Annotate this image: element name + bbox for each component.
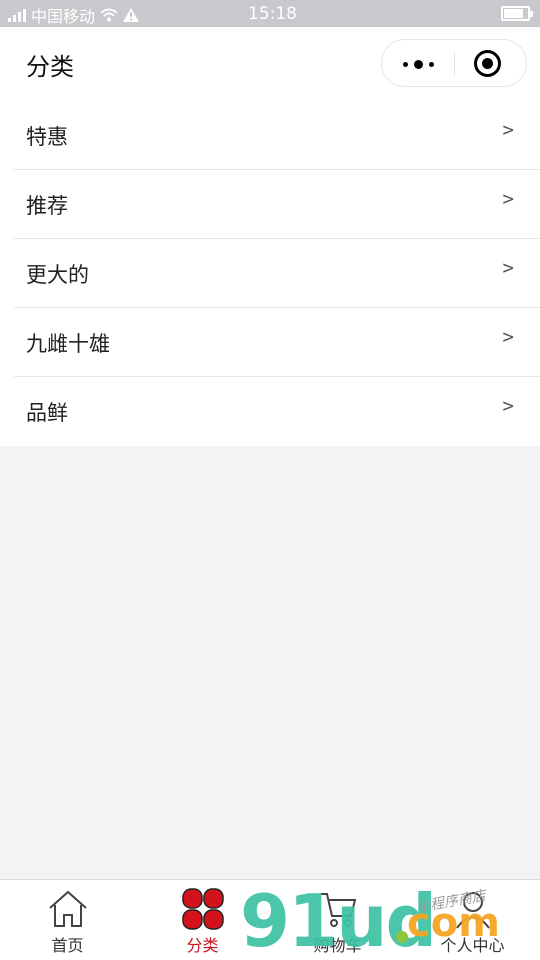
chevron-right-icon: > (502, 257, 514, 279)
tab-category[interactable]: 分类 (135, 880, 270, 960)
tab-bar: 首页 分类 购物车 个人中心 (0, 879, 540, 960)
category-item-3[interactable]: 九雌十雄 > (14, 308, 540, 377)
nav-bar: 分类 (0, 27, 540, 101)
category-icon (182, 888, 224, 930)
category-item-1[interactable]: 推荐 > (14, 170, 540, 239)
status-left: 中国移动 (8, 3, 140, 27)
chevron-right-icon: > (502, 188, 514, 210)
tab-label: 个人中心 (440, 936, 505, 955)
chevron-right-icon: > (502, 395, 514, 417)
more-dot-icon (413, 59, 423, 69)
category-label: 特惠 (26, 125, 68, 149)
tab-label: 首页 (51, 936, 84, 955)
status-time: 15:18 (248, 4, 297, 24)
category-label: 品鲜 (26, 401, 68, 425)
tab-profile[interactable]: 个人中心 (405, 880, 540, 960)
chevron-right-icon: > (502, 119, 514, 141)
cart-icon (321, 893, 357, 927)
more-dot-icon (428, 61, 434, 67)
category-label: 推荐 (26, 194, 68, 218)
tab-label: 购物车 (313, 936, 362, 955)
category-item-0[interactable]: 特惠 > (14, 101, 540, 170)
category-item-4[interactable]: 品鲜 > (14, 377, 540, 446)
warning-icon (123, 8, 140, 22)
page-title: 分类 (26, 53, 74, 81)
category-label: 九雌十雄 (26, 332, 110, 356)
more-button[interactable] (382, 40, 454, 88)
tab-home[interactable]: 首页 (0, 880, 135, 960)
tab-label: 分类 (186, 936, 219, 955)
category-item-2[interactable]: 更大的 > (14, 239, 540, 308)
capsule-divider (454, 52, 455, 76)
home-icon (49, 890, 87, 927)
battery-icon (501, 6, 533, 21)
close-target-icon[interactable] (474, 50, 501, 77)
category-list: 特惠 > 推荐 > 更大的 > 九雌十雄 > 品鲜 > (0, 101, 540, 446)
chevron-right-icon: > (502, 326, 514, 348)
carrier-label: 中国移动 (31, 7, 96, 26)
wifi-icon (100, 8, 118, 22)
status-bar: 中国移动 15:18 (0, 0, 540, 27)
signal-icon (8, 8, 26, 22)
more-dot-icon (402, 61, 408, 67)
mini-program-capsule (381, 39, 527, 87)
category-label: 更大的 (26, 263, 89, 287)
tab-cart[interactable]: 购物车 (270, 880, 405, 960)
user-icon (456, 892, 490, 929)
